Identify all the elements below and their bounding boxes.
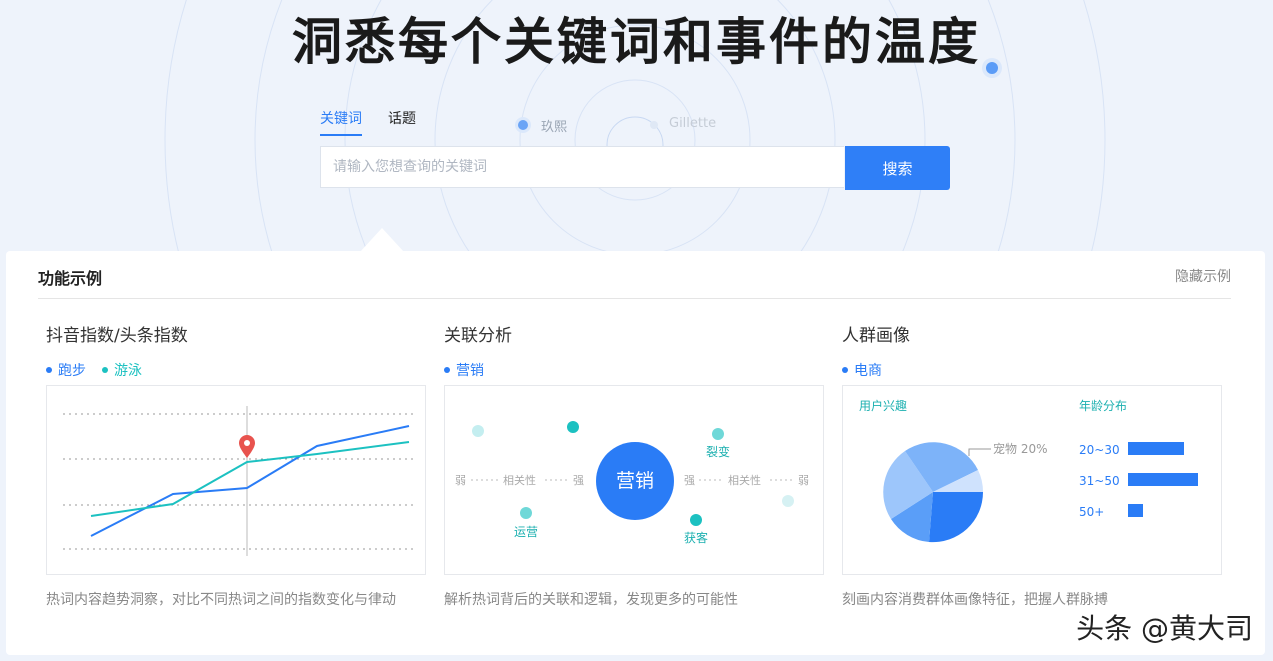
legend-dot	[444, 367, 450, 373]
legend-dot	[842, 367, 848, 373]
feature-examples-panel: 功能示例 隐藏示例 抖音指数/头条指数 跑步 游泳 热词内容趋势洞察，对比不同热…	[6, 251, 1265, 655]
legend: 营销	[444, 360, 824, 380]
legend-label: 跑步	[58, 363, 86, 379]
divider	[38, 298, 1231, 299]
association-card: 关联分析 营销 营销 裂变 运营 获客 弱 相关性 强 强 相关性 弱 解析热词…	[444, 321, 824, 608]
pie-slice	[929, 492, 984, 543]
interest-title: 用户兴趣	[859, 398, 907, 413]
node-label: 运营	[514, 525, 538, 539]
node	[712, 428, 724, 440]
node	[782, 495, 794, 507]
decorative-dot	[650, 121, 658, 129]
node	[520, 507, 532, 519]
trend-chart-box	[46, 385, 426, 575]
tab-keyword[interactable]: 关键词	[320, 108, 362, 136]
decorative-dot	[518, 120, 528, 130]
location-pin-icon	[239, 435, 255, 458]
search-button[interactable]: 搜索	[845, 146, 950, 190]
hero-title: 洞悉每个关键词和事件的温度	[292, 13, 981, 71]
scale-label: 相关性	[728, 473, 761, 487]
node-label: 裂变	[706, 444, 730, 459]
index-card: 抖音指数/头条指数 跑步 游泳 热词内容趋势洞察，对比不同热词之间的指数变化与律…	[46, 321, 426, 608]
card-title: 关联分析	[444, 326, 512, 346]
pie-callout-label: 宠物 20%	[993, 441, 1048, 456]
search-tabs: 关键词 话题	[320, 108, 416, 136]
node-label: 获客	[684, 530, 708, 545]
node	[567, 421, 579, 433]
card-description: 解析热词背后的关联和逻辑，发现更多的可能性	[444, 592, 738, 608]
legend-dot	[46, 367, 52, 373]
decorative-dot	[986, 62, 998, 74]
legend-label: 游泳	[114, 363, 142, 379]
age-bars	[1128, 442, 1198, 517]
card-title: 抖音指数/头条指数	[46, 326, 188, 346]
legend-item[interactable]: 电商	[842, 360, 882, 380]
age-bar	[1128, 442, 1184, 455]
panel-title: 功能示例	[38, 269, 103, 288]
legend-dot	[102, 367, 108, 373]
persona-chart-box: 用户兴趣 年龄分布 宠物 20% 20~30 31~50 50+	[842, 385, 1222, 575]
card-title: 人群画像	[842, 326, 910, 346]
scale-label: 强	[573, 474, 584, 487]
search-input[interactable]	[320, 146, 844, 188]
panel-arrow	[360, 228, 404, 252]
floating-tag: Gillette	[669, 116, 717, 131]
age-label: 31~50	[1079, 474, 1120, 488]
scale-label: 弱	[798, 474, 809, 487]
hide-examples-link[interactable]: 隐藏示例	[1175, 266, 1231, 286]
persona-card: 人群画像 电商 用户兴趣 年龄分布 宠物 20% 20~30 31~50 50+…	[842, 321, 1222, 608]
card-description: 刻画内容消费群体画像特征，把握人群脉搏	[842, 592, 1108, 608]
interest-pie	[883, 442, 984, 543]
legend-label: 电商	[854, 363, 882, 379]
age-bar	[1128, 504, 1143, 517]
scale-label: 相关性	[503, 473, 536, 487]
node	[472, 425, 484, 437]
pie-callout-line	[968, 448, 991, 456]
association-diagram-box: 营销 裂变 运营 获客 弱 相关性 强 强 相关性 弱	[444, 385, 824, 575]
age-title: 年龄分布	[1079, 399, 1127, 413]
scale-label: 弱	[455, 474, 466, 487]
legend: 电商	[842, 360, 1222, 380]
node	[690, 514, 702, 526]
legend: 跑步 游泳	[46, 360, 426, 380]
age-label: 20~30	[1079, 443, 1120, 457]
legend-item[interactable]: 营销	[444, 360, 484, 380]
tab-topic[interactable]: 话题	[388, 108, 416, 136]
watermark: 头条 @黄大司	[1076, 612, 1253, 645]
center-node-label: 营销	[616, 470, 654, 492]
legend-label: 营销	[456, 363, 484, 379]
age-bar	[1128, 473, 1198, 486]
scale-label: 强	[684, 474, 695, 487]
age-label: 50+	[1079, 505, 1104, 519]
persona-charts: 用户兴趣 年龄分布 宠物 20% 20~30 31~50 50+	[859, 398, 1198, 543]
association-diagram: 营销 裂变 运营 获客 弱 相关性 强 强 相关性 弱	[455, 421, 809, 545]
floating-tag: 玖熙	[541, 120, 568, 135]
legend-item[interactable]: 游泳	[102, 360, 142, 380]
card-description: 热词内容趋势洞察，对比不同热词之间的指数变化与律动	[46, 592, 396, 608]
trend-chart	[63, 406, 417, 556]
legend-item[interactable]: 跑步	[46, 360, 86, 380]
